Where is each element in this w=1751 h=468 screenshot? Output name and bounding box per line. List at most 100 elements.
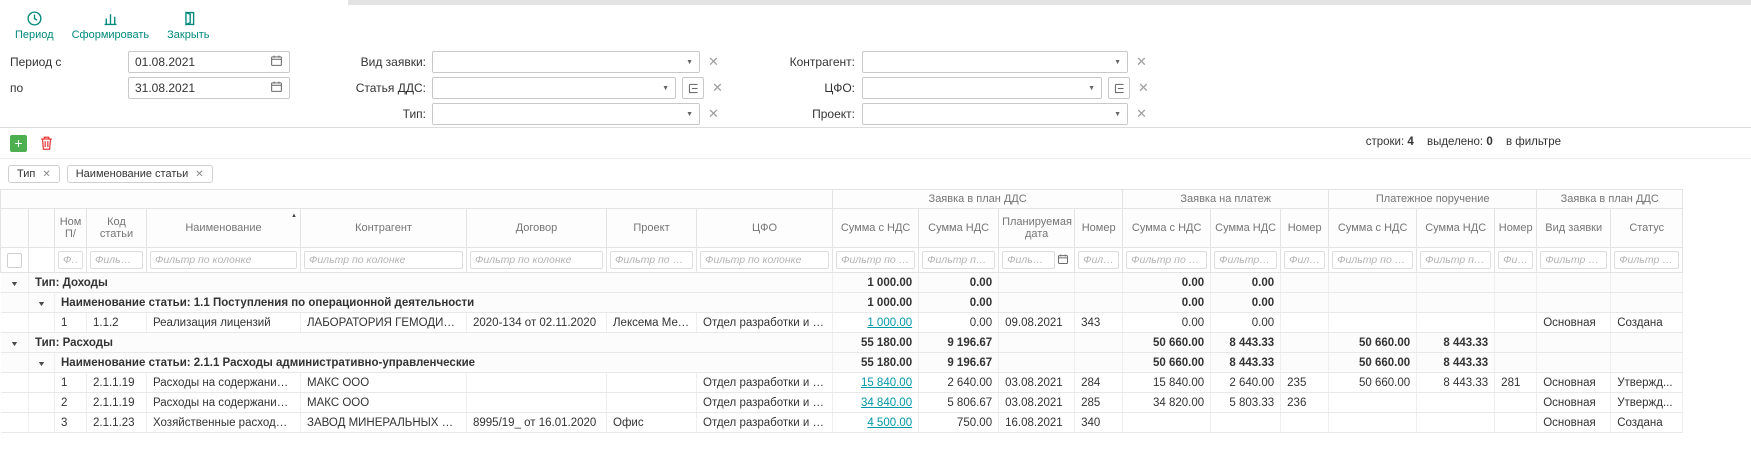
trash-icon [39, 135, 54, 151]
close-button[interactable]: Закрыть [158, 8, 218, 43]
cfo-clear-icon[interactable]: ✕ [1138, 81, 1149, 94]
column-filter-input-code[interactable] [90, 251, 143, 269]
group-row-article[interactable]: ▼Наименование статьи: 2.1.1 Расходы адми… [1, 353, 1683, 373]
column-header-po_sum[interactable]: Сумма с НДС [1329, 209, 1417, 248]
project-select[interactable]: ▼ [862, 103, 1128, 125]
column-filter-input-num[interactable] [58, 251, 83, 269]
cell-po_num [1495, 313, 1537, 333]
group-sum-plan_nds: 0.00 [919, 273, 999, 293]
dds-article-clear-icon[interactable]: ✕ [712, 81, 723, 94]
group-sum-status [1611, 333, 1683, 353]
dds-article-select[interactable]: ▼ [432, 77, 676, 99]
column-header-po_num[interactable]: Номер [1495, 209, 1537, 248]
column-header-contragent[interactable]: Контрагент [301, 209, 467, 248]
group-label: Тип: Расходы [29, 333, 833, 353]
period-button[interactable]: Период [6, 8, 63, 43]
calendar-icon[interactable] [270, 80, 283, 96]
collapse-icon[interactable]: ▼ [10, 281, 19, 288]
dds-article-tree-button[interactable] [682, 77, 704, 99]
table-row[interactable]: 22.1.1.19Расходы на содержание оф...МАКС… [1, 393, 1683, 413]
period-to-field[interactable]: 31.08.2021 [128, 77, 290, 99]
delete-row-button[interactable] [39, 135, 54, 151]
column-header-plan_nds[interactable]: Сумма НДС [919, 209, 999, 248]
column-filter-input-pay_num[interactable] [1284, 251, 1325, 269]
group-chip-article-name[interactable]: Наименование статьи ✕ [67, 165, 213, 183]
column-header-plan_num[interactable]: Номер [1075, 209, 1123, 248]
add-row-button[interactable]: + [10, 135, 27, 152]
period-from-field[interactable]: 01.08.2021 [128, 51, 290, 73]
expander-cell: ▼ [29, 293, 55, 313]
type-select[interactable]: ▼ [432, 103, 700, 125]
cell-plan_num: 343 [1075, 313, 1123, 333]
column-filter-input-po_num[interactable] [1498, 251, 1533, 269]
collapse-icon[interactable]: ▼ [37, 301, 46, 308]
collapse-icon[interactable]: ▼ [37, 361, 46, 368]
table-row[interactable]: 32.1.1.23Хозяйственные расходы (в...ЗАВО… [1, 413, 1683, 433]
filter-cell-pay_sum [1123, 248, 1211, 273]
column-header-pay_num[interactable]: Номер [1281, 209, 1329, 248]
cfo-select[interactable]: ▼ [862, 77, 1102, 99]
generate-button[interactable]: Сформировать [63, 8, 159, 43]
column-header-contract[interactable]: Договор [467, 209, 607, 248]
column-header-plan_date[interactable]: Планируемая дата [999, 209, 1075, 248]
group-sum-req_type [1537, 293, 1611, 313]
plan-sum-link[interactable]: 1 000.00 [867, 317, 912, 329]
cell-contract: 2020-134 от 02.11.2020 [467, 313, 607, 333]
request-kind-clear-icon[interactable]: ✕ [708, 55, 719, 68]
filter-row-mode-icon[interactable] [7, 253, 22, 268]
group-sum-plan_sum: 1 000.00 [833, 273, 919, 293]
cfo-tree-button[interactable] [1108, 77, 1130, 99]
column-filter-input-plan_nds[interactable] [922, 251, 995, 269]
column-filter-input-req_type[interactable] [1540, 251, 1607, 269]
column-header-pay_sum[interactable]: Сумма с НДС [1123, 209, 1211, 248]
column-filter-input-pay_sum[interactable] [1126, 251, 1207, 269]
column-filter-input-plan_num[interactable] [1078, 251, 1119, 269]
cell-po_sum: 50 660.00 [1329, 373, 1417, 393]
plan-sum-link[interactable]: 34 840.00 [861, 397, 912, 409]
filter-cell-contragent [301, 248, 467, 273]
contragent-clear-icon[interactable]: ✕ [1136, 55, 1147, 68]
chip-remove-icon[interactable]: ✕ [42, 169, 50, 180]
chip-remove-icon[interactable]: ✕ [195, 169, 203, 180]
requests-table: Заявка в план ДДСЗаявка на платежПлатежн… [0, 189, 1683, 433]
column-header-code[interactable]: Код статьи [87, 209, 147, 248]
table-row[interactable]: 12.1.1.19Расходы на содержание оф...МАКС… [1, 373, 1683, 393]
column-filter-input-project[interactable] [610, 251, 693, 269]
column-header-num[interactable]: Ном П/ [55, 209, 87, 248]
group-row-article[interactable]: ▼Наименование статьи: 1.1 Поступления по… [1, 293, 1683, 313]
column-filter-input-plan_sum[interactable] [836, 251, 915, 269]
type-clear-icon[interactable]: ✕ [708, 107, 719, 120]
column-header-pay_nds[interactable]: Сумма НДС [1211, 209, 1281, 248]
group-row-type[interactable]: ▼Тип: Расходы55 180.009 196.6750 660.008… [1, 333, 1683, 353]
project-clear-icon[interactable]: ✕ [1136, 107, 1147, 120]
calendar-icon[interactable] [270, 54, 283, 70]
column-filter-input-po_sum[interactable] [1332, 251, 1413, 269]
column-filter-input-po_nds[interactable] [1420, 251, 1491, 269]
column-header-plan_sum[interactable]: Сумма с НДС [833, 209, 919, 248]
group-row-type[interactable]: ▼Тип: Доходы1 000.000.000.000.00 [1, 273, 1683, 293]
column-header-req_type[interactable]: Вид заявки [1537, 209, 1611, 248]
contragent-select[interactable]: ▼ [862, 51, 1128, 73]
selected-count-value: 0 [1486, 136, 1492, 148]
column-filter-input-name[interactable] [150, 251, 297, 269]
column-filter-input-contract[interactable] [470, 251, 603, 269]
column-header-cfo[interactable]: ЦФО [697, 209, 833, 248]
column-header-po_nds[interactable]: Сумма НДС [1417, 209, 1495, 248]
column-filter-input-pay_nds[interactable] [1214, 251, 1277, 269]
table-row[interactable]: 11.1.2Реализация лицензийЛАБОРАТОРИЯ ГЕМ… [1, 313, 1683, 333]
column-header-status[interactable]: Статус [1611, 209, 1683, 248]
plan-sum-link[interactable]: 4 500.00 [867, 417, 912, 429]
collapse-icon[interactable]: ▼ [10, 341, 19, 348]
column-filter-input-contragent[interactable] [304, 251, 463, 269]
column-filter-input-plan_date[interactable] [1002, 251, 1055, 269]
column-header-name[interactable]: Наименование▲ [147, 209, 301, 248]
cell-pay_nds: 5 803.33 [1211, 393, 1281, 413]
column-filter-input-status[interactable] [1614, 251, 1679, 269]
request-kind-select[interactable]: ▼ [432, 51, 700, 73]
group-chip-type[interactable]: Тип ✕ [8, 165, 60, 183]
plan-sum-link[interactable]: 15 840.00 [861, 377, 912, 389]
column-header-project[interactable]: Проект [607, 209, 697, 248]
cell-project [607, 373, 697, 393]
column-filter-input-cfo[interactable] [700, 251, 829, 269]
calendar-icon[interactable] [1057, 253, 1069, 268]
